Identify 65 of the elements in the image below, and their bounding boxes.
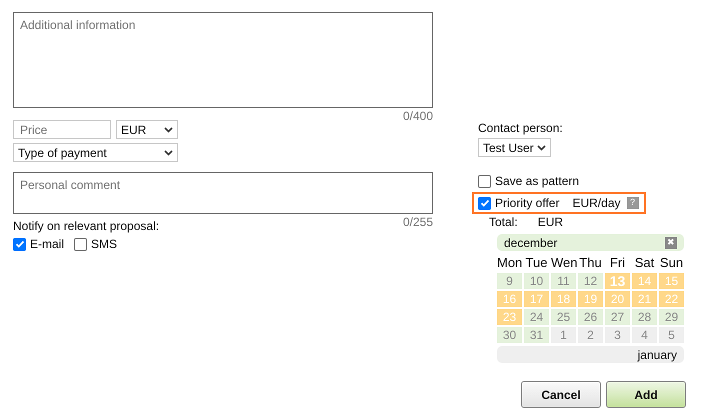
calendar-day: 3 <box>605 327 630 343</box>
currency-select[interactable]: EUR <box>116 120 178 139</box>
calendar-day[interactable]: 14 <box>632 273 657 289</box>
calendar-day: 5 <box>659 327 684 343</box>
weekday-label: Fri <box>608 254 626 272</box>
calendar-day: 30 <box>497 327 522 343</box>
weekday-label: Sat <box>634 254 656 272</box>
calendar-day: 29 <box>659 309 684 325</box>
contact-person-select[interactable]: Test User <box>478 138 551 157</box>
checkbox-label: Priority offer <box>495 195 560 212</box>
personal-comment-field[interactable]: Personal comment <box>13 172 433 214</box>
calendar-day: 26 <box>578 309 603 325</box>
notify-label: Notify on relevant proposal: <box>13 219 160 233</box>
currency-label: EUR <box>538 215 564 229</box>
chevron-icon <box>164 150 173 156</box>
cancel-button[interactable]: Cancel <box>521 381 601 408</box>
calendar-day[interactable]: 16 <box>497 291 522 307</box>
weekday-label: Thu <box>578 254 603 272</box>
price-field[interactable]: Price <box>13 120 111 139</box>
checkbox-label: SMS <box>91 236 118 253</box>
calendar-day: 11 <box>551 273 576 289</box>
weekday-label: Wen <box>551 254 576 272</box>
calendar-day: 9 <box>497 273 522 289</box>
month-title: december <box>504 234 558 252</box>
payment-type-select[interactable]: Type of payment <box>13 143 178 162</box>
calendar-day: 27 <box>605 309 630 325</box>
add-button[interactable]: Add <box>606 381 686 408</box>
close-icon[interactable]: ✖ <box>665 236 677 248</box>
chevron-icon <box>536 144 546 150</box>
calendar-day[interactable]: 19 <box>578 291 603 307</box>
total-label: Total: <box>489 215 518 229</box>
calendar-day[interactable]: 18 <box>551 291 576 307</box>
calendar-day: 24 <box>524 309 549 325</box>
checkbox[interactable] <box>478 174 491 188</box>
character-counter: 0/255 <box>402 215 433 229</box>
chevron-icon <box>164 126 173 132</box>
calendar-day[interactable]: 17 <box>524 291 549 307</box>
calendar-day: 2 <box>578 327 603 343</box>
unit-label: EUR/day <box>572 195 620 212</box>
calendar-day: 31 <box>524 327 549 343</box>
calendar-day: 25 <box>551 309 576 325</box>
weekday-label: Sun <box>659 254 684 272</box>
calendar-day[interactable]: 20 <box>605 291 630 307</box>
calendar-day[interactable]: 13 <box>605 273 630 289</box>
additional-info-field[interactable]: Additional information <box>13 12 433 108</box>
calendar-day: 10 <box>524 273 549 289</box>
calendar-day: 1 <box>551 327 576 343</box>
calendar-day[interactable]: 15 <box>659 273 684 289</box>
calendar-day: 28 <box>632 309 657 325</box>
calendar-day[interactable]: 22 <box>659 291 684 307</box>
checkbox-label: E-mail <box>30 236 64 253</box>
next-month-button[interactable]: january <box>497 346 684 363</box>
checkbox[interactable] <box>13 238 26 250</box>
calendar-day: 12 <box>578 273 603 289</box>
checkbox[interactable] <box>478 196 491 210</box>
checkbox-label: Save as pattern <box>495 174 580 188</box>
character-counter: 0/400 <box>402 109 433 123</box>
help-icon[interactable]: ? <box>626 197 638 209</box>
checkbox[interactable] <box>74 238 88 250</box>
weekday-label: Mon <box>497 254 522 272</box>
calendar-day[interactable]: 23 <box>497 309 522 325</box>
weekday-label: Tue <box>524 254 548 272</box>
calendar-day: 4 <box>632 327 657 343</box>
contact-person-label: Contact person: <box>478 121 564 135</box>
calendar-day[interactable]: 21 <box>632 291 657 307</box>
